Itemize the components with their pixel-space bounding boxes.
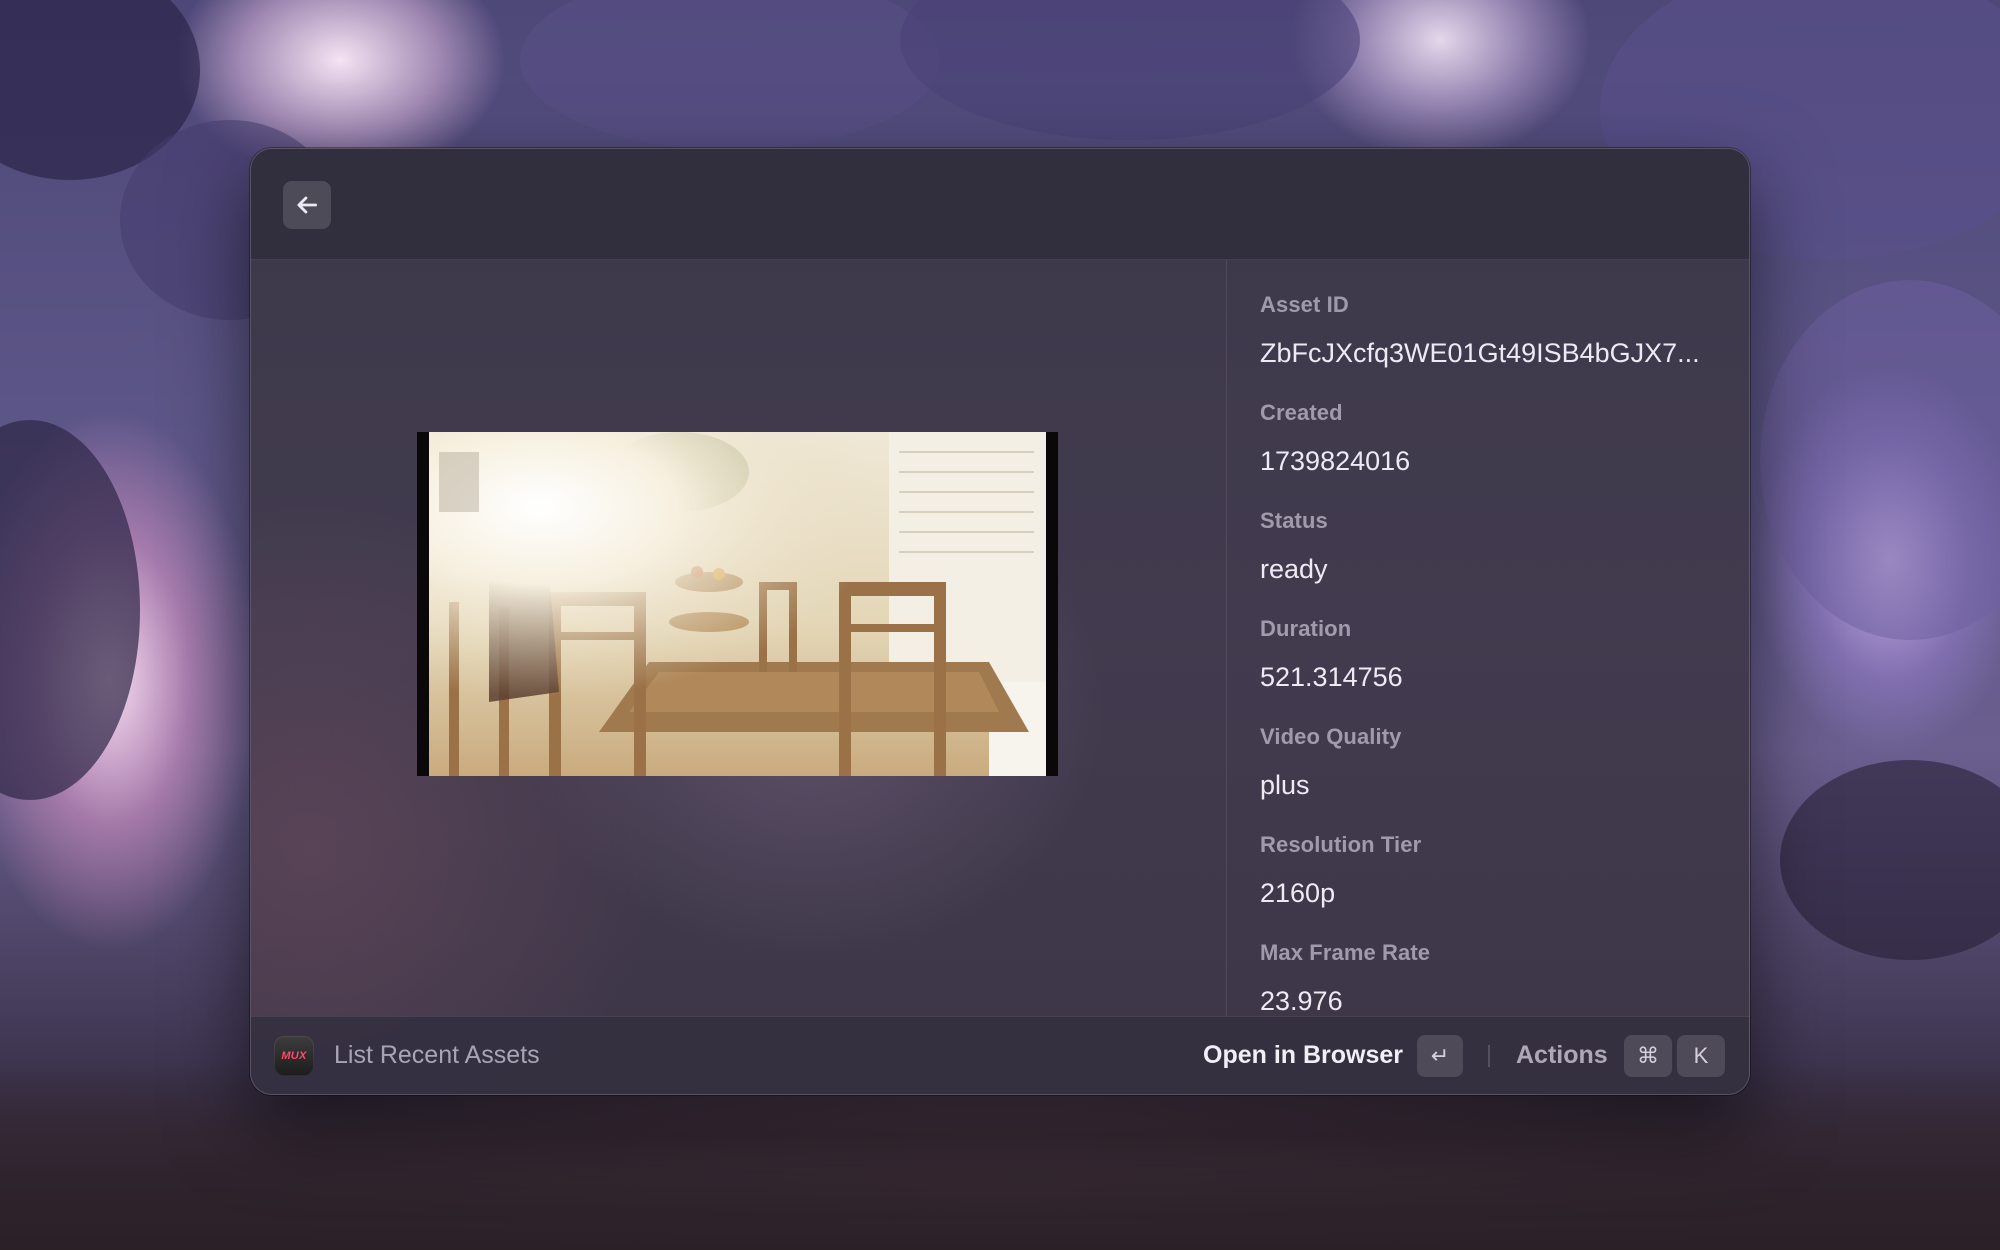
metadata-label: Asset ID <box>1260 292 1349 317</box>
wallpaper-foliage <box>520 0 940 150</box>
open-in-browser-button[interactable]: Open in Browser <box>1203 1041 1403 1070</box>
metadata-value[interactable]: 23.976 <box>1260 986 1729 1016</box>
metadata-video-quality: Video Quality plus <box>1260 724 1729 801</box>
command-title: List Recent Assets <box>334 1041 540 1069</box>
metadata-value[interactable]: ready <box>1260 554 1729 585</box>
footer-divider <box>1488 1045 1490 1067</box>
thumbnail-image <box>429 432 1046 776</box>
window-header <box>251 149 1749 260</box>
video-thumbnail <box>417 432 1058 776</box>
detail-content: Asset ID ZbFcJXcfq3WE01Gt49ISB4bGJX7... … <box>251 260 1749 1016</box>
arrow-left-icon <box>297 196 318 214</box>
metadata-label: Max Frame Rate <box>1260 940 1431 965</box>
metadata-label: Resolution Tier <box>1260 832 1422 857</box>
metadata-label: Created <box>1260 400 1343 425</box>
metadata-value[interactable]: plus <box>1260 770 1729 801</box>
metadata-resolution-tier: Resolution Tier 2160p <box>1260 832 1729 909</box>
metadata-panel: Asset ID ZbFcJXcfq3WE01Gt49ISB4bGJX7... … <box>1227 260 1749 1016</box>
metadata-duration: Duration 521.314756 <box>1260 616 1729 693</box>
mux-app-icon: MUX <box>274 1036 314 1076</box>
metadata-label: Status <box>1260 508 1328 533</box>
media-pane <box>251 260 1226 1016</box>
k-key-icon: K <box>1677 1035 1725 1077</box>
back-button[interactable] <box>283 181 331 229</box>
metadata-created: Created 1739824016 <box>1260 400 1729 477</box>
command-key-icon: ⌘ <box>1624 1035 1672 1077</box>
action-bar: MUX List Recent Assets Open in Browser ↵… <box>251 1016 1749 1094</box>
wallpaper-foliage <box>900 0 1360 140</box>
actions-button[interactable]: Actions <box>1516 1041 1608 1070</box>
metadata-value[interactable]: 521.314756 <box>1260 662 1729 693</box>
raycast-window: Asset ID ZbFcJXcfq3WE01Gt49ISB4bGJX7... … <box>250 148 1750 1095</box>
return-key-icon: ↵ <box>1417 1035 1463 1077</box>
wallpaper-foliage <box>0 420 140 800</box>
wallpaper-foliage <box>1780 760 2000 960</box>
metadata-value[interactable]: 1739824016 <box>1260 446 1729 477</box>
metadata-max-frame-rate: Max Frame Rate 23.976 <box>1260 940 1729 1016</box>
metadata-value[interactable]: 2160p <box>1260 878 1729 909</box>
metadata-asset-id: Asset ID ZbFcJXcfq3WE01Gt49ISB4bGJX7... <box>1260 292 1729 369</box>
metadata-label: Video Quality <box>1260 724 1402 749</box>
app-icon-text: MUX <box>281 1050 307 1062</box>
metadata-label: Duration <box>1260 616 1352 641</box>
wallpaper-foliage <box>1760 280 2000 640</box>
metadata-value[interactable]: ZbFcJXcfq3WE01Gt49ISB4bGJX7... <box>1260 338 1729 369</box>
metadata-status: Status ready <box>1260 508 1729 585</box>
